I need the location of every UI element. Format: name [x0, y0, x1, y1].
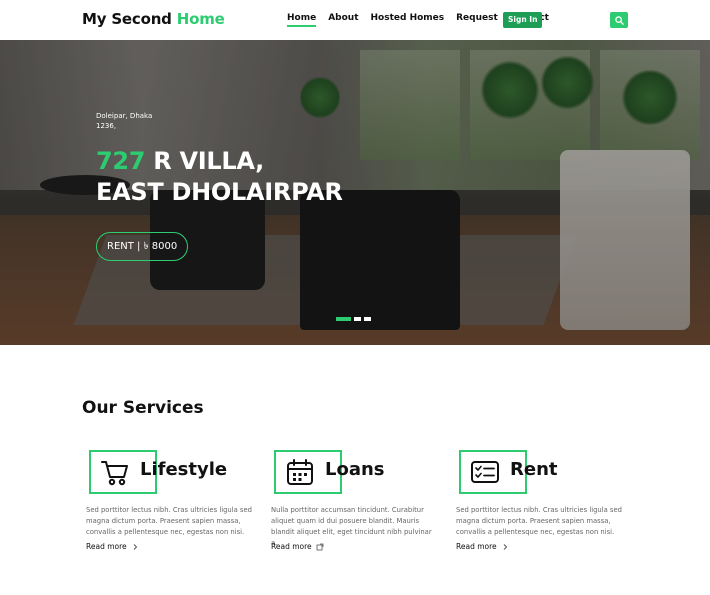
service-description: Sed porttitor lectus nibh. Cras ultricie… — [86, 506, 252, 536]
read-more-label: Read more — [271, 542, 312, 551]
rent-price-button[interactable]: RENT | ৳ 8000 — [96, 232, 189, 261]
address-line-1: Doleipar, Dhaka — [96, 112, 153, 120]
read-more-label: Read more — [86, 542, 127, 551]
site-logo[interactable]: My Second Home — [82, 10, 225, 28]
search-button[interactable] — [610, 12, 628, 28]
property-address: Doleipar, Dhaka 1236, — [96, 111, 166, 131]
site-header: My Second Home Home About Hosted Homes R… — [0, 0, 710, 40]
logo-text: My Second — [82, 10, 177, 28]
services-heading: Our Services — [82, 398, 204, 418]
nav-item-hosted-homes[interactable]: Hosted Homes — [371, 13, 445, 26]
service-title: Rent — [510, 459, 558, 480]
property-title: 727 R VILLA, EAST DHOLAIRPAR — [96, 146, 343, 208]
slide-dot-3[interactable] — [364, 317, 371, 321]
property-name: R VILLA, — [145, 147, 264, 175]
slide-dot-2[interactable] — [354, 317, 361, 321]
search-icon — [614, 15, 624, 25]
service-description: Sed porttitor lectus nibh. Cras ultricie… — [456, 506, 622, 536]
slide-dot-1[interactable] — [336, 317, 351, 321]
read-more-link[interactable]: Read more — [456, 542, 509, 551]
nav-item-about[interactable]: About — [328, 13, 358, 26]
logo-accent-text: Home — [176, 10, 225, 28]
nav-item-request[interactable]: Request — [456, 13, 498, 26]
nav-item-home[interactable]: Home — [287, 13, 317, 27]
chevron-right-icon — [133, 543, 137, 550]
sign-in-button[interactable]: Sign In — [503, 12, 543, 28]
shopping-cart-icon — [101, 461, 128, 486]
read-more-label: Read more — [456, 542, 497, 551]
slider-dots — [336, 317, 371, 321]
read-more-link[interactable]: Read more — [271, 542, 324, 551]
external-link-icon — [316, 543, 324, 550]
property-number: 727 — [96, 147, 146, 175]
calendar-icon — [287, 459, 313, 485]
service-title: Loans — [325, 459, 385, 480]
chevron-right-icon — [503, 543, 507, 550]
checklist-icon — [471, 461, 499, 483]
read-more-link[interactable]: Read more — [86, 542, 139, 551]
property-area: EAST DHOLAIRPAR — [96, 178, 343, 206]
address-line-2: 1236, — [96, 122, 117, 130]
service-title: Lifestyle — [140, 459, 228, 480]
